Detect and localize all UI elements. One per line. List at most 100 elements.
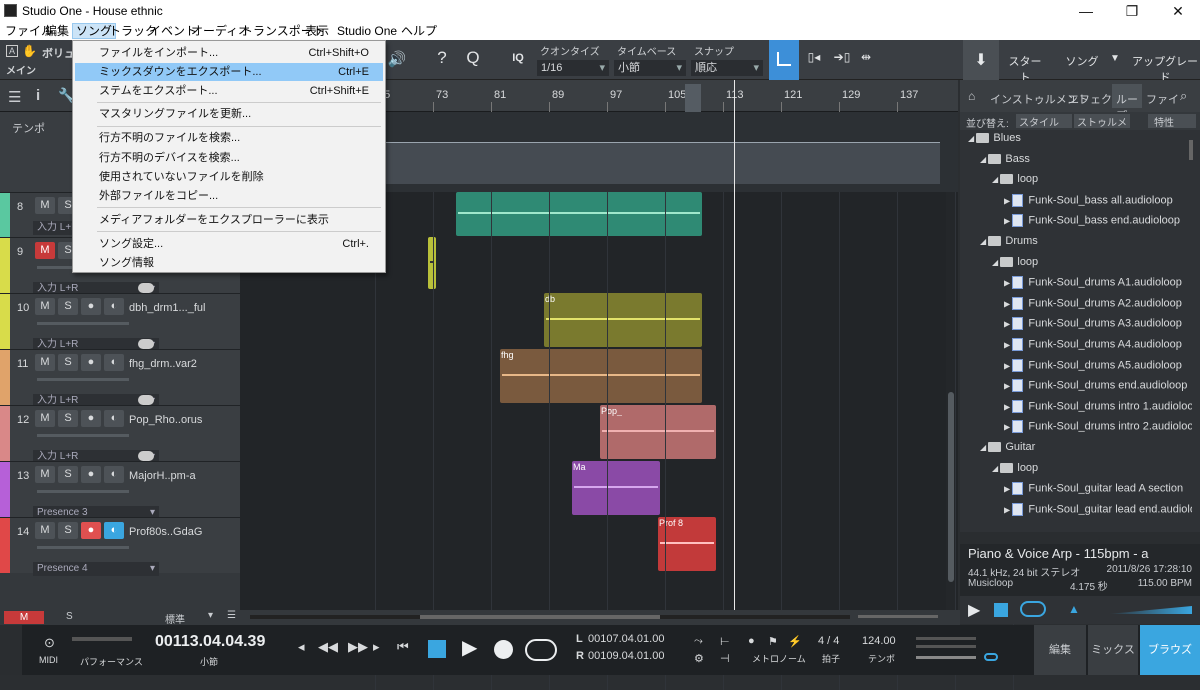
solo-button[interactable]: S	[58, 410, 78, 427]
cursor-icon[interactable]: ⇹	[858, 50, 874, 64]
browser-file[interactable]: ▶ Funk-Soul_drums end.audioloop	[1004, 379, 1187, 393]
sort-character-select[interactable]: 特性	[1148, 114, 1196, 129]
punch-icon[interactable]: ⤳	[694, 635, 703, 648]
browser-folder[interactable]: ◢ Blues	[968, 132, 1021, 144]
stop-button[interactable]	[428, 640, 446, 658]
search-icon[interactable]: ⌕	[1180, 88, 1187, 104]
browser-folder[interactable]: ◢ Guitar	[980, 441, 1035, 453]
solo-button[interactable]: S	[58, 354, 78, 371]
browser-folder[interactable]: ◢ loop	[992, 173, 1038, 185]
browser-scrollbar[interactable]	[1188, 132, 1194, 530]
browser-folder[interactable]: ◢ Bass	[980, 153, 1030, 165]
song-menu-item[interactable]: マスタリングファイルを更新...	[75, 105, 383, 123]
browser-file[interactable]: ▶ Funk-Soul_bass end.audioloop	[1004, 214, 1180, 228]
browser-file[interactable]: ▶ Funk-Soul_bass all.audioloop	[1004, 193, 1173, 207]
audio-clip[interactable]	[428, 237, 436, 289]
collapse-arrow-icon[interactable]: ▶	[1004, 340, 1012, 349]
record-arm-button[interactable]: ●	[81, 354, 101, 371]
collapse-arrow-icon[interactable]: ▶	[1004, 485, 1012, 494]
browser-file[interactable]: ▶ Funk-Soul_drums A3.audioloop	[1004, 317, 1182, 331]
song-menu-item[interactable]: メディアフォルダーをエクスプローラーに表示	[75, 211, 383, 229]
snap-grid-icon[interactable]: ▯◂	[804, 50, 824, 64]
track-header[interactable]: 12 M S ● ◐ Pop_Rho..orus 入力 L+R	[0, 405, 240, 464]
edit-view-button[interactable]: 編集	[1034, 625, 1086, 675]
metronome-icon[interactable]: ⚑	[768, 635, 778, 648]
track-volume-fader[interactable]	[37, 378, 129, 381]
song-menu-item[interactable]: 行方不明のファイルを検索...	[75, 129, 383, 147]
mute-all-button[interactable]: M	[4, 611, 44, 624]
browser-file[interactable]: ▶ Funk-Soul_drums A4.audioloop	[1004, 338, 1182, 351]
tab-loops[interactable]: ループ	[1112, 84, 1142, 122]
snap-toggle-button[interactable]	[769, 40, 799, 80]
track-name[interactable]: dbh_drm1..._ful	[129, 302, 205, 314]
scrollbar-thumb[interactable]	[948, 392, 954, 582]
loop-right-value[interactable]: 00109.04.01.00	[588, 650, 664, 662]
loop-marker[interactable]	[685, 84, 701, 112]
browser-scroll-thumb[interactable]	[1189, 140, 1193, 160]
expand-arrow-icon[interactable]: ◢	[980, 155, 988, 164]
menu-icon[interactable]: ☰	[227, 610, 236, 621]
loop-left-value[interactable]: 00107.04.01.00	[588, 633, 664, 645]
browser-file[interactable]: ▶ Funk-Soul_guitar lead A section	[1004, 482, 1183, 496]
forward-end-icon[interactable]: ▸	[373, 639, 380, 655]
forward-icon[interactable]: ▶▶	[348, 639, 368, 655]
collapse-arrow-icon[interactable]: ▶	[1004, 299, 1012, 308]
loop-button[interactable]	[525, 639, 557, 661]
time-signature[interactable]: 4 / 4	[818, 635, 839, 647]
horizontal-scrollbar[interactable]	[250, 615, 850, 619]
mute-button[interactable]: M	[35, 298, 55, 315]
mute-button[interactable]: M	[35, 410, 55, 427]
maximize-button[interactable]: ❐	[1109, 0, 1155, 22]
playhead[interactable]	[734, 80, 735, 610]
monitor-button[interactable]: ◐	[104, 298, 124, 315]
track-name[interactable]: Pop_Rho..orus	[129, 414, 202, 426]
preview-loop-icon[interactable]	[1020, 601, 1046, 617]
precount-icon[interactable]: ⊢	[720, 635, 730, 648]
song-menu-item[interactable]: 外部ファイルをコピー...	[75, 187, 383, 205]
mute-button[interactable]: M	[35, 522, 55, 539]
browser-hscrollbar[interactable]	[960, 532, 1200, 544]
song-button[interactable]: ソング	[1064, 53, 1100, 69]
hand-tool-icon[interactable]: ✋	[22, 44, 37, 58]
home-icon[interactable]: ⌂	[968, 89, 975, 103]
browse-view-button[interactable]: ブラウズ	[1140, 625, 1200, 675]
expand-arrow-icon[interactable]: ◢	[992, 258, 1000, 267]
mode-select[interactable]: 標準	[165, 611, 185, 626]
quantize-select[interactable]: 1/16	[537, 60, 609, 76]
collapse-arrow-icon[interactable]: ▶	[1004, 320, 1012, 329]
track-volume-fader[interactable]	[37, 546, 129, 549]
download-button[interactable]: ⬇	[963, 40, 999, 80]
track-toggle[interactable]	[138, 451, 154, 461]
collapse-arrow-icon[interactable]: ▶	[1004, 361, 1012, 370]
monitor-button[interactable]: ◐	[104, 410, 124, 427]
song-chevron-down-icon[interactable]: ▼	[1108, 53, 1122, 64]
browser-file[interactable]: ▶ Funk-Soul_guitar lead end.audioloop	[1004, 502, 1192, 516]
arrow-tool-icon[interactable]: A	[6, 45, 18, 57]
solo-button[interactable]: S	[58, 522, 78, 539]
record-arm-button[interactable]: ●	[81, 410, 101, 427]
tab-files[interactable]: ファイ	[1146, 91, 1179, 107]
collapse-arrow-icon[interactable]: ▶	[1004, 505, 1012, 514]
menu-edit[interactable]: 編集	[42, 23, 72, 39]
snap-events-icon[interactable]: ➔▯	[832, 50, 852, 64]
track-toggle[interactable]	[138, 339, 154, 349]
info-icon[interactable]: i	[36, 87, 40, 104]
expand-arrow-icon[interactable]: ◢	[980, 237, 988, 246]
rewind-start-icon[interactable]: ◂	[298, 639, 305, 655]
browser-file[interactable]: ▶ Funk-Soul_drums A5.audioloop	[1004, 358, 1182, 372]
solo-all-button[interactable]: S	[66, 611, 73, 622]
hscroll-thumb[interactable]	[420, 615, 660, 619]
track-name[interactable]: fhg_drm..var2	[129, 358, 197, 370]
track-name[interactable]: MajorH..pm-a	[129, 470, 196, 482]
track-header[interactable]: 13 M S ● ◐ MajorH..pm-a Presence 3	[0, 461, 240, 520]
track-toggle[interactable]	[138, 283, 154, 293]
song-menu-item[interactable]: 使用されていないファイルを削除	[75, 168, 383, 186]
song-menu-item[interactable]: ソング情報	[75, 254, 383, 272]
solo-button[interactable]: S	[58, 298, 78, 315]
browser-folder[interactable]: ◢ loop	[992, 256, 1038, 268]
track-volume-fader[interactable]	[37, 434, 129, 437]
expand-arrow-icon[interactable]: ◢	[992, 464, 1000, 473]
collapse-arrow-icon[interactable]: ▶	[1004, 423, 1012, 432]
browser-folder[interactable]: ◢ loop	[992, 462, 1038, 474]
record-button[interactable]	[494, 640, 513, 659]
